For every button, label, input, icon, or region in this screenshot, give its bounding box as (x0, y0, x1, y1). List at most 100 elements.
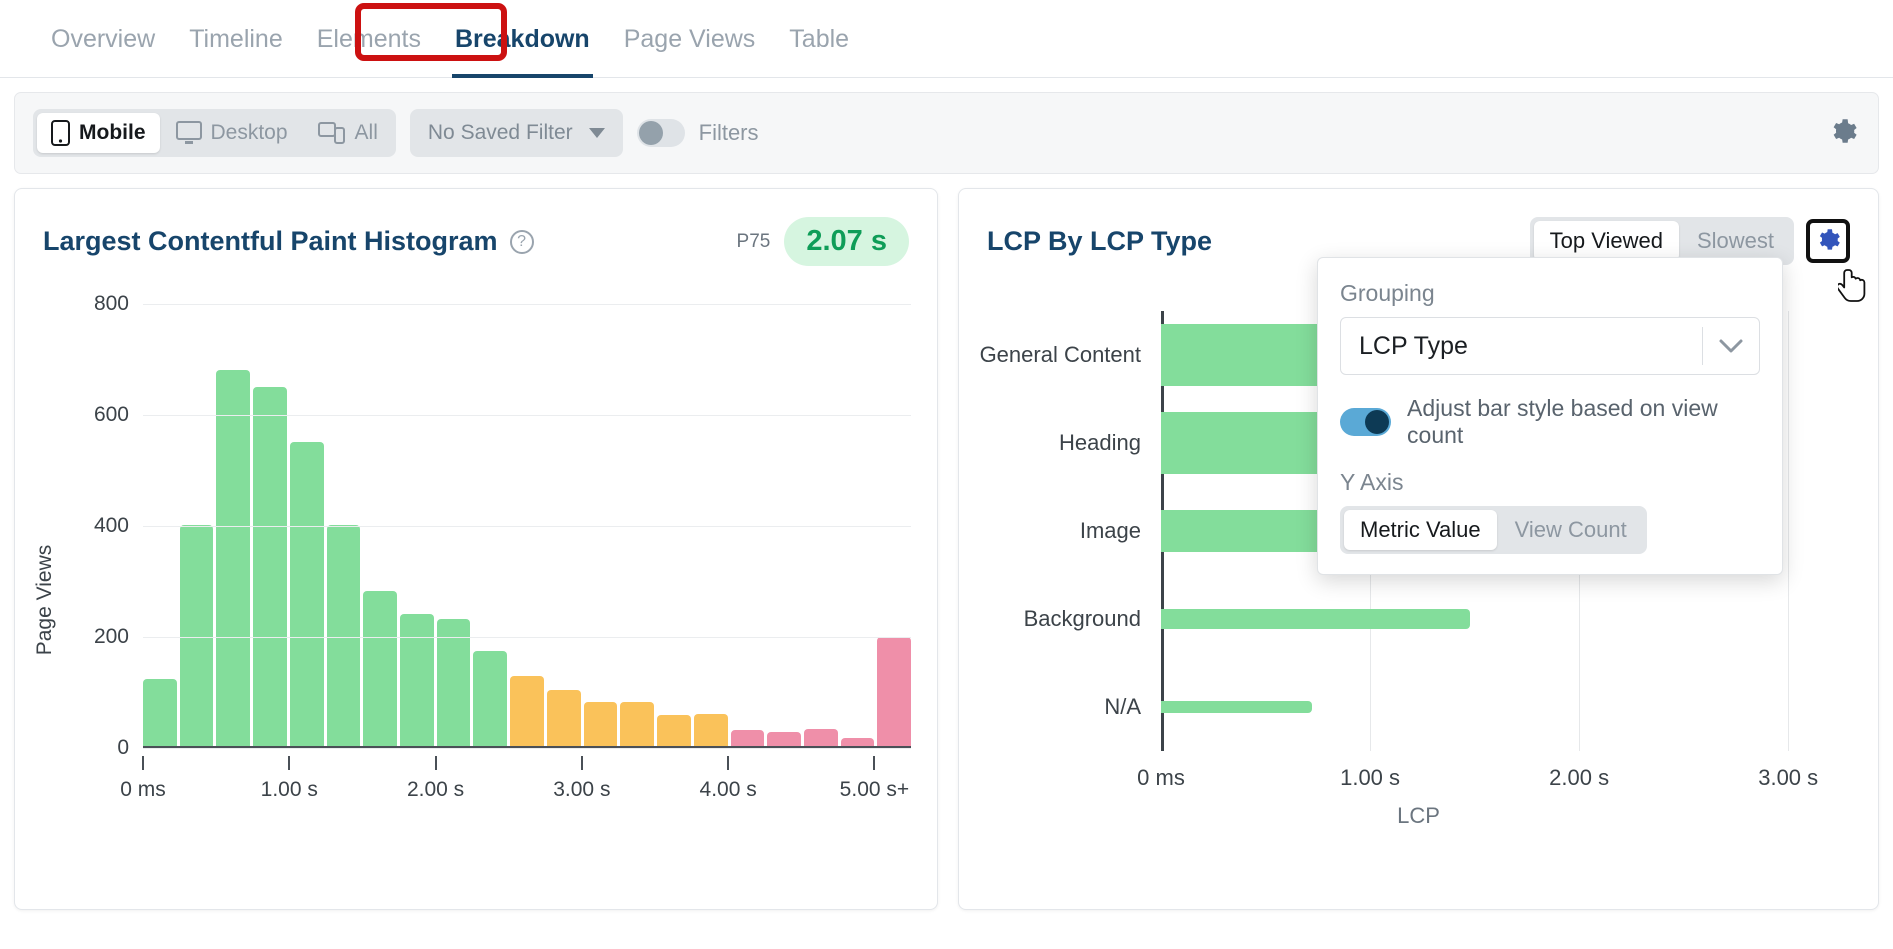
lcp-by-type-x-tick: 3.00 s (1758, 765, 1819, 790)
device-option-all[interactable]: All (304, 114, 392, 152)
all-devices-icon (317, 121, 346, 145)
saved-filter-label: No Saved Filter (427, 121, 573, 144)
histogram-bar[interactable] (583, 702, 618, 746)
histogram-gridline (143, 304, 911, 305)
lcp-by-type-row: N/A (1104, 694, 1830, 719)
histogram-y-tick: 800 (93, 292, 129, 315)
adjust-bar-style-row: Adjust bar style based on view count (1340, 395, 1760, 449)
histogram-gridline (143, 526, 911, 527)
filters-toggle[interactable] (636, 119, 685, 147)
histogram-bar[interactable] (546, 689, 581, 746)
histogram-y-axis-title: Page Views (33, 544, 56, 656)
histogram-gridline (143, 748, 911, 749)
help-icon[interactable]: ? (509, 229, 534, 254)
lcp-by-type-header: LCP By LCP Type Top Viewed Slowest (959, 189, 1878, 265)
histogram-bar[interactable] (840, 737, 875, 746)
histogram-x-tick-label: 2.00 s (406, 778, 465, 801)
lcp-by-type-category-label: Heading (1059, 430, 1141, 455)
histogram-x-tick-mark (142, 756, 144, 770)
charts-row: Largest Contentful Paint Histogram ? P75… (0, 174, 1893, 910)
view-mode-slowest[interactable]: Slowest (1681, 221, 1790, 261)
tab-table[interactable]: Table (772, 0, 866, 78)
histogram-bars (143, 296, 912, 746)
device-option-mobile[interactable]: Mobile (37, 113, 160, 153)
desktop-icon (175, 121, 202, 145)
histogram-chart: Page Views 0 200 400 600 800 0 ms 1.00 s 2.00 … (15, 288, 937, 808)
device-option-mobile-label: Mobile (79, 121, 146, 144)
histogram-bar[interactable] (289, 441, 324, 746)
grouping-select[interactable]: LCP Type (1340, 317, 1760, 375)
histogram-bar[interactable] (767, 732, 801, 746)
y-axis-metric-value[interactable]: Metric Value (1344, 510, 1497, 550)
tab-breakdown[interactable]: Breakdown (438, 0, 607, 78)
page-title: Largest Contentful Paint Histogram ? (43, 226, 534, 257)
histogram-bar[interactable] (620, 701, 655, 746)
histogram-bar[interactable] (730, 730, 765, 746)
lcp-by-type-x-axis-title: LCP (1397, 803, 1440, 828)
histogram-x-axis-ticks: 0 ms 1.00 s 2.00 s 3.00 s 4.00 s 5.00 s+ (120, 756, 911, 808)
toolbar-settings-button[interactable] (1828, 116, 1858, 151)
tab-timeline[interactable]: Timeline (172, 0, 300, 78)
lcp-histogram-panel: Largest Contentful Paint Histogram ? P75… (14, 188, 938, 910)
histogram-bar[interactable] (400, 613, 434, 746)
histogram-x-tick-label: 4.00 s (699, 778, 757, 801)
histogram-bar[interactable] (473, 651, 508, 746)
histogram-y-tick: 400 (93, 514, 129, 537)
lcp-by-type-panel: LCP By LCP Type Top Viewed Slowest Gener… (958, 188, 1879, 910)
adjust-bar-style-toggle[interactable] (1340, 408, 1392, 436)
histogram-y-tick: 200 (93, 625, 129, 648)
tab-page-views[interactable]: Page Views (607, 0, 773, 78)
y-axis-segmented-control: Metric Value View Count (1340, 506, 1647, 554)
tab-bar: Overview Timeline Elements Breakdown Pag… (0, 0, 1893, 78)
lcp-histogram-title: Largest Contentful Paint Histogram (43, 226, 498, 256)
histogram-bar[interactable] (216, 370, 251, 746)
lcp-by-type-title: LCP By LCP Type (987, 225, 1213, 256)
histogram-bar[interactable] (363, 590, 398, 746)
histogram-x-tick-label: 3.00 s (553, 778, 611, 801)
lcp-histogram-header: Largest Contentful Paint Histogram ? P75… (15, 189, 937, 266)
histogram-plot-area: 0 200 400 600 800 (94, 292, 912, 759)
histogram-y-tick: 0 (117, 736, 129, 759)
device-option-desktop-label: Desktop (210, 121, 288, 144)
histogram-bar[interactable] (803, 729, 838, 746)
y-axis-view-count[interactable]: View Count (1499, 510, 1643, 550)
histogram-bar[interactable] (877, 637, 912, 746)
view-mode-top-viewed[interactable]: Top Viewed (1533, 221, 1679, 261)
device-option-desktop[interactable]: Desktop (162, 114, 302, 152)
saved-filter-dropdown[interactable]: No Saved Filter (409, 109, 623, 157)
grouping-label: Grouping (1340, 280, 1435, 306)
lcp-by-type-bar[interactable] (1161, 609, 1471, 629)
tab-elements[interactable]: Elements (300, 0, 438, 78)
histogram-bar[interactable] (143, 679, 177, 746)
lcp-by-type-x-tick: 2.00 s (1549, 765, 1610, 790)
tab-overview[interactable]: Overview (34, 0, 172, 78)
histogram-x-tick-mark (727, 756, 730, 770)
histogram-x-tick-mark (580, 756, 583, 770)
chevron-down-icon[interactable] (1703, 338, 1759, 354)
histogram-bar[interactable] (436, 619, 471, 746)
histogram-x-tick-label: 5.00 s+ (839, 778, 910, 801)
lcp-by-type-x-tick: 0 ms (1137, 765, 1185, 790)
gear-icon (1815, 226, 1841, 257)
lcp-by-type-category-label: Background (1023, 606, 1141, 631)
filters-toggle-label: Filters (698, 120, 759, 145)
histogram-bar[interactable] (693, 714, 728, 746)
histogram-bar[interactable] (179, 525, 214, 746)
histogram-bar[interactable] (510, 675, 544, 746)
histogram-x-tick-mark (873, 756, 876, 770)
chart-settings-button[interactable] (1806, 219, 1850, 263)
histogram-x-tick-mark (288, 756, 291, 770)
mobile-icon (51, 120, 70, 146)
p75-metric: P75 2.07 s (737, 217, 909, 266)
histogram-y-tick: 600 (93, 403, 129, 426)
lcp-by-type-bar[interactable] (1161, 701, 1312, 713)
lcp-by-type-row: Background (1024, 606, 1830, 631)
device-option-all-label: All (354, 121, 378, 144)
lcp-by-type-title-wrap: LCP By LCP Type (987, 226, 1212, 257)
lcp-by-type-category-label: General Content (979, 342, 1141, 367)
histogram-bar[interactable] (326, 525, 361, 746)
lcp-by-type-category-label: Image (1079, 518, 1141, 543)
histogram-bar[interactable] (253, 387, 287, 746)
chart-settings-popover: Grouping LCP Type Adjust bar style based… (1317, 257, 1783, 575)
histogram-bar[interactable] (657, 715, 691, 746)
